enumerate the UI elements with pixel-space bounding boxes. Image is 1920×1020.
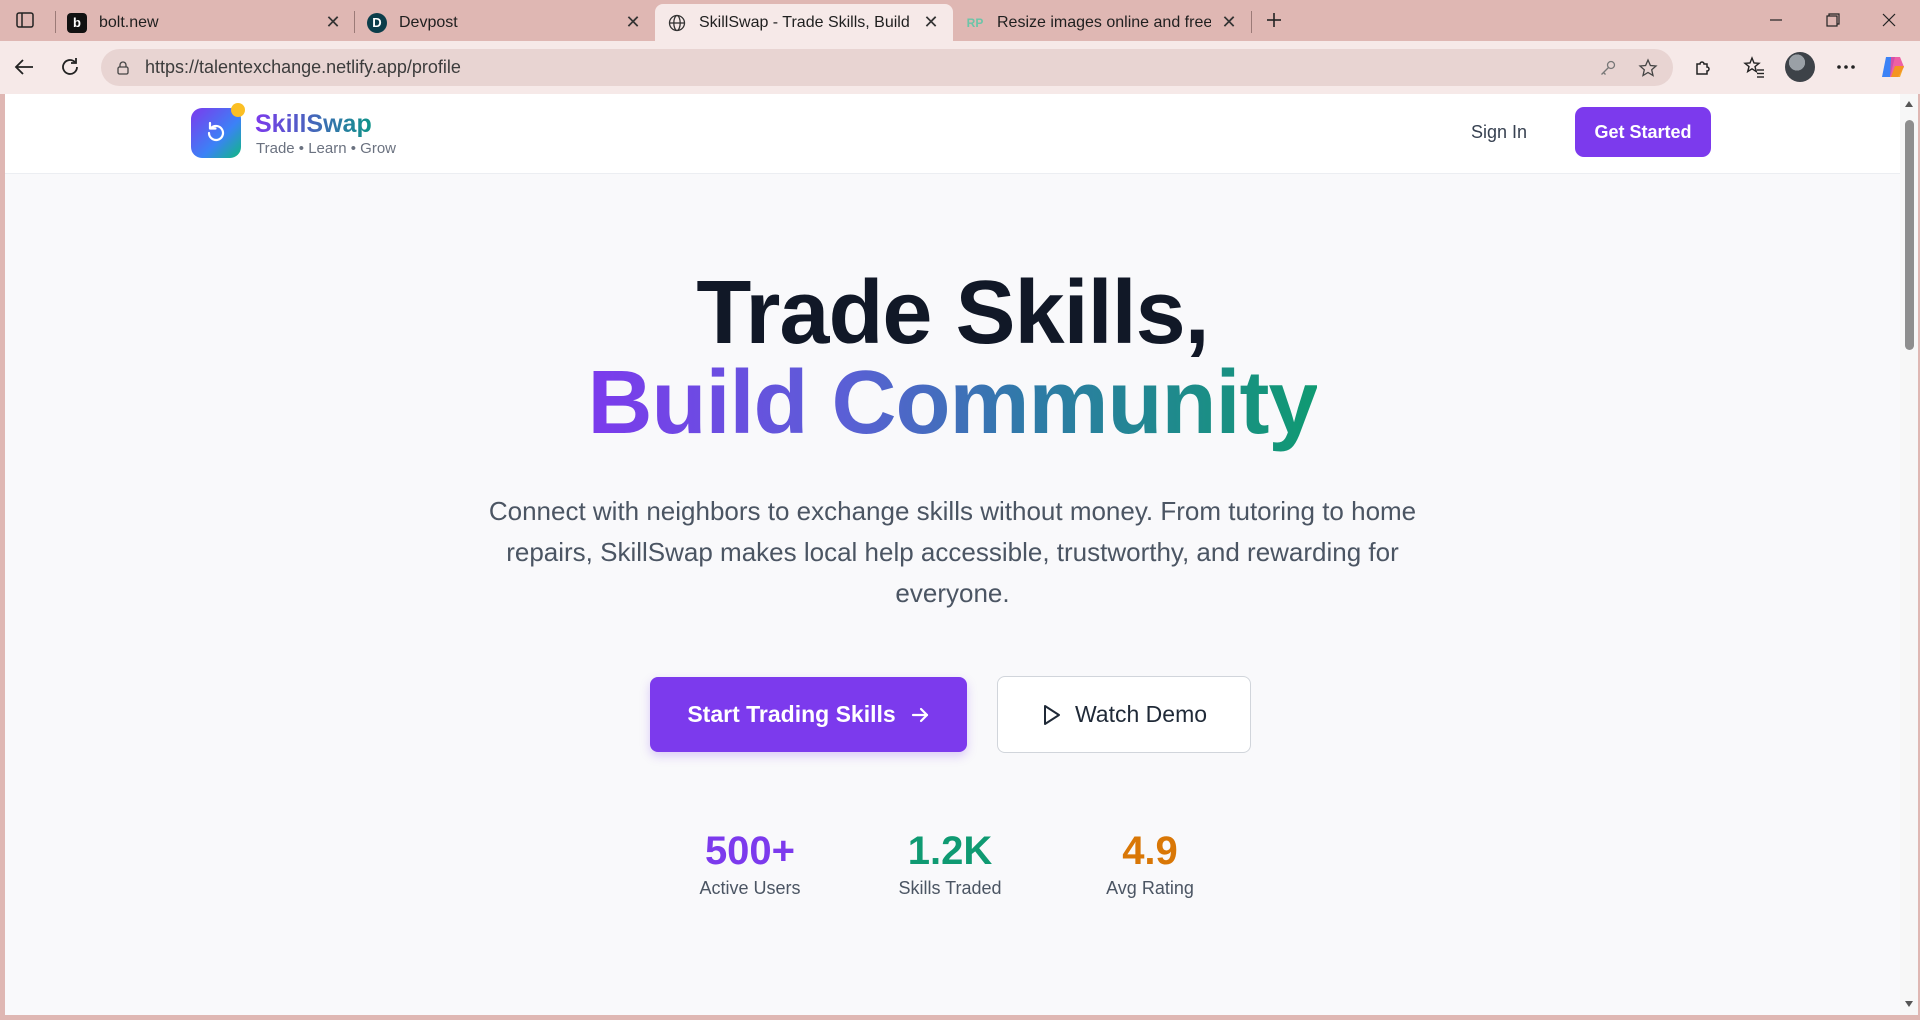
stat-label: Skills Traded	[898, 878, 1002, 898]
tab-title: SkillSwap - Trade Skills, Build Com	[699, 13, 913, 31]
stat-label: Active Users	[699, 878, 801, 898]
get-started-button[interactable]: Get Started	[1575, 107, 1711, 157]
devpost-favicon-icon: D	[367, 12, 387, 33]
stat-value: 1.2K	[907, 829, 993, 873]
tab-skillswap[interactable]: SkillSwap - Trade Skills, Build Com ✕	[655, 4, 953, 41]
minimize-icon[interactable]	[1753, 0, 1799, 40]
site-header: SkillSwap Trade • Learn • Grow Sign In G…	[5, 94, 1900, 174]
stat-active-users: 500+ Active Users	[650, 829, 850, 899]
start-trading-button[interactable]: Start Trading Skills	[650, 677, 967, 752]
window-bottom-edge	[0, 1015, 1920, 1020]
extensions-icon[interactable]	[1688, 51, 1720, 83]
page-viewport: SkillSwap Trade • Learn • Grow Sign In G…	[5, 94, 1900, 1015]
brand-tagline: Trade • Learn • Grow	[256, 140, 397, 157]
tab-actions-icon[interactable]	[12, 8, 38, 32]
more-options-icon[interactable]	[1830, 51, 1862, 83]
tab-bolt[interactable]: b bolt.new ✕	[55, 4, 355, 41]
site-info-icon[interactable]	[113, 58, 133, 78]
brand-name[interactable]: SkillSwap	[255, 110, 372, 139]
resizepixel-favicon-icon: RP	[966, 15, 984, 30]
hero-title-line1: Trade Skills,	[696, 263, 1209, 363]
watch-demo-button[interactable]: Watch Demo	[997, 676, 1251, 753]
stat-avg-rating: 4.9 Avg Rating	[1050, 829, 1250, 899]
tab-title: Devpost	[399, 13, 458, 31]
refresh-logo-icon	[207, 121, 225, 142]
scroll-up-icon[interactable]	[1904, 99, 1914, 109]
play-icon	[1041, 704, 1061, 726]
stat-label: Avg Rating	[1106, 878, 1194, 898]
profile-avatar[interactable]	[1785, 52, 1815, 82]
scroll-down-icon[interactable]	[1904, 999, 1914, 1009]
globe-icon	[667, 13, 687, 33]
logo-badge-dot	[231, 103, 245, 117]
new-tab-icon[interactable]	[1260, 6, 1288, 34]
sign-in-link[interactable]: Sign In	[1471, 122, 1527, 143]
tab-resize-pixel[interactable]: RP Resize images online and free - Re ✕	[953, 4, 1251, 41]
hero-title-line2: Build Community	[5, 352, 1900, 455]
browser-toolbar: https://talentexchange.netlify.app/profi…	[0, 41, 1920, 94]
stat-value: 500+	[704, 829, 796, 873]
close-icon[interactable]: ✕	[921, 12, 941, 33]
tab-separator	[1251, 11, 1252, 33]
page-scrollbar[interactable]	[1900, 94, 1918, 1015]
reload-icon[interactable]	[54, 51, 86, 83]
tab-bar: b bolt.new ✕ D Devpost ✕ SkillSwap - Tra…	[0, 0, 1920, 41]
watch-demo-label: Watch Demo	[1074, 701, 1208, 727]
back-icon[interactable]	[8, 51, 40, 83]
restore-icon[interactable]	[1810, 0, 1856, 40]
hero-title-gradient: Build Community	[587, 353, 1319, 453]
tab-devpost[interactable]: D Devpost ✕	[355, 4, 655, 41]
favorites-icon[interactable]	[1738, 51, 1770, 83]
close-icon[interactable]: ✕	[1219, 12, 1239, 33]
copilot-icon[interactable]	[1878, 52, 1908, 82]
close-icon[interactable]: ✕	[323, 12, 343, 33]
stat-value: 4.9	[1122, 829, 1178, 873]
key-icon[interactable]	[1597, 57, 1619, 79]
address-bar[interactable]: https://talentexchange.netlify.app/profi…	[101, 49, 1673, 86]
arrow-right-icon	[910, 705, 930, 725]
bolt-favicon-icon: b	[67, 12, 87, 33]
tab-title: bolt.new	[99, 13, 159, 31]
url-text: https://talentexchange.netlify.app/profi…	[145, 57, 461, 77]
close-window-icon[interactable]	[1866, 0, 1912, 40]
favorite-star-icon[interactable]	[1637, 57, 1659, 79]
stat-skills-traded: 1.2K Skills Traded	[850, 829, 1050, 899]
hero-subtitle: Connect with neighbors to exchange skill…	[488, 496, 1417, 608]
close-icon[interactable]: ✕	[623, 12, 643, 33]
tab-title: Resize images online and free - Re	[997, 13, 1211, 31]
scrollbar-thumb[interactable]	[1905, 120, 1914, 350]
start-trading-label: Start Trading Skills	[687, 701, 896, 727]
